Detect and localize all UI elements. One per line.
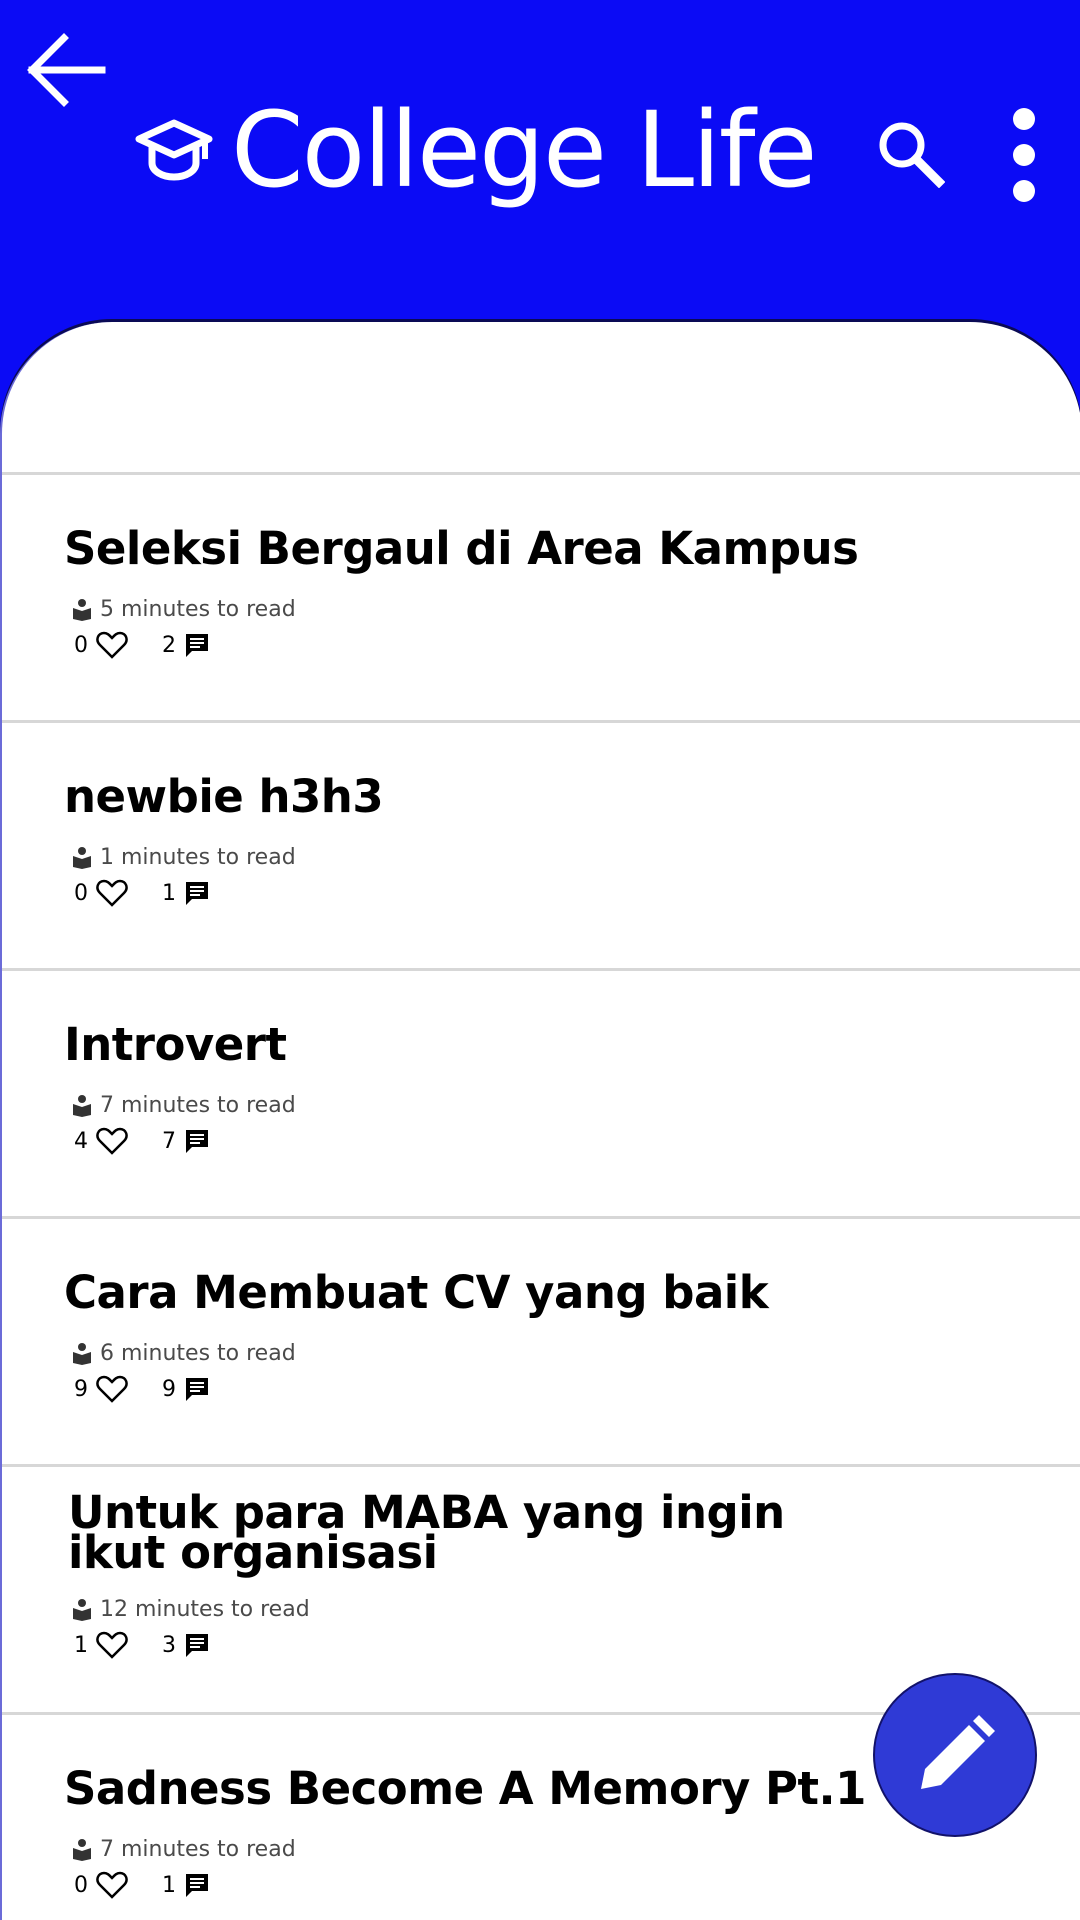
comment-icon[interactable] (184, 1128, 210, 1154)
post-stats: 1 3 (74, 1631, 210, 1659)
book-reader-icon (72, 598, 92, 621)
search-button[interactable] (862, 105, 958, 201)
like-count: 4 (74, 1128, 88, 1154)
read-time-text: 1 minutes to read (100, 845, 296, 870)
write-post-button[interactable] (873, 1673, 1037, 1837)
post-item[interactable]: Untuk para MABA yang ingin ikut organisa… (2, 1464, 1080, 1712)
post-item[interactable]: Cara Membuat CV yang baik 6 minutes to r… (2, 1216, 1080, 1464)
app-screen: College Life Seleksi Bergaul di Area Kam… (0, 0, 1080, 1920)
book-reader-icon (72, 1598, 92, 1621)
read-time: 7 minutes to read (72, 1093, 296, 1118)
app-title: College Life (135, 89, 818, 211)
book-reader-icon (72, 1838, 92, 1861)
app-title-text: College Life (231, 89, 818, 211)
post-title: Introvert (64, 1018, 287, 1071)
heart-outline-icon[interactable] (96, 1375, 128, 1403)
post-item[interactable]: newbie h3h3 1 minutes to read 0 1 (2, 720, 1080, 968)
read-time-text: 6 minutes to read (100, 1341, 296, 1366)
more-vertical-icon (1009, 107, 1039, 203)
read-time: 12 minutes to read (72, 1597, 310, 1622)
comment-icon[interactable] (184, 632, 210, 658)
post-stats: 0 2 (74, 631, 210, 659)
book-reader-icon (72, 846, 92, 869)
comment-icon[interactable] (184, 1376, 210, 1402)
like-count: 9 (74, 1376, 88, 1402)
comment-icon[interactable] (184, 1632, 210, 1658)
arrow-left-icon (26, 30, 106, 110)
post-title: Cara Membuat CV yang baik (64, 1266, 769, 1319)
post-title: Sadness Become A Memory Pt.1 (64, 1762, 866, 1815)
like-count: 0 (74, 880, 88, 906)
comment-icon[interactable] (184, 880, 210, 906)
post-list-panel: Seleksi Bergaul di Area Kampus 5 minutes… (0, 322, 1080, 1920)
read-time: 7 minutes to read (72, 1837, 296, 1862)
like-count: 0 (74, 1872, 88, 1898)
like-count: 0 (74, 632, 88, 658)
heart-outline-icon[interactable] (96, 879, 128, 907)
back-button[interactable] (18, 22, 114, 118)
heart-outline-icon[interactable] (96, 1631, 128, 1659)
read-time: 1 minutes to read (72, 845, 296, 870)
read-time: 6 minutes to read (72, 1341, 296, 1366)
book-reader-icon (72, 1094, 92, 1117)
post-stats: 4 7 (74, 1127, 210, 1155)
read-time-text: 5 minutes to read (100, 597, 296, 622)
comment-count: 1 (162, 880, 176, 906)
read-time-text: 7 minutes to read (100, 1837, 296, 1862)
book-reader-icon (72, 1342, 92, 1365)
read-time-text: 12 minutes to read (100, 1597, 310, 1622)
like-count: 1 (74, 1632, 88, 1658)
comment-icon[interactable] (184, 1872, 210, 1898)
post-title: Untuk para MABA yang ingin ikut organisa… (68, 1486, 785, 1579)
graduation-cap-icon (135, 119, 213, 181)
post-item[interactable]: Seleksi Bergaul di Area Kampus 5 minutes… (2, 472, 1080, 720)
app-bar: College Life (0, 0, 1080, 330)
comment-count: 3 (162, 1632, 176, 1658)
comment-count: 9 (162, 1376, 176, 1402)
more-options-button[interactable] (996, 100, 1052, 210)
heart-outline-icon[interactable] (96, 1871, 128, 1899)
read-time: 5 minutes to read (72, 597, 296, 622)
post-title: Seleksi Bergaul di Area Kampus (64, 522, 859, 575)
post-item[interactable]: Introvert 7 minutes to read 4 7 (2, 968, 1080, 1216)
heart-outline-icon[interactable] (96, 1127, 128, 1155)
post-stats: 0 1 (74, 879, 210, 907)
read-time-text: 7 minutes to read (100, 1093, 296, 1118)
search-icon (875, 118, 945, 188)
post-title: newbie h3h3 (64, 770, 384, 823)
post-stats: 0 1 (74, 1871, 210, 1899)
comment-count: 7 (162, 1128, 176, 1154)
comment-count: 1 (162, 1872, 176, 1898)
comment-count: 2 (162, 632, 176, 658)
post-stats: 9 9 (74, 1375, 210, 1403)
heart-outline-icon[interactable] (96, 631, 128, 659)
pencil-icon (913, 1713, 997, 1797)
